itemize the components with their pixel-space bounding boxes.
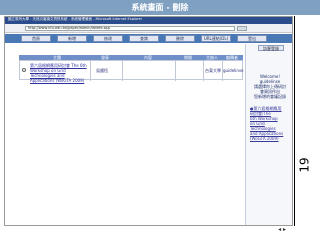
go-button[interactable] <box>237 26 247 31</box>
page-number: 19 <box>297 157 312 173</box>
main-nav: 首頁 新增 修改 查詢 刪除 URL連結(DL) 登出 <box>5 34 292 43</box>
nav-edit[interactable]: 修改 <box>93 35 123 42</box>
window-titlebar: 國立臺灣大學 - 天然災害論文資訊系統 - 系統管理畫面 - Microsoft… <box>5 17 292 33</box>
sidebar-links: ●第六屆格網應用 研討會/The 6th Workshop on Grid Te… <box>250 106 290 141</box>
address-bar: http://www.ntu.edu.tw/paper/admin/delete… <box>5 24 292 33</box>
slide-right-bar: 19 <box>294 0 320 240</box>
row-title[interactable]: 第六屆格網應用研討會 The 6th Workshop on Grid Tech… <box>30 63 88 83</box>
nav-search[interactable]: 查詢 <box>129 35 159 42</box>
browser-screenshot: 國立臺灣大學 - 天然災害論文資訊系統 - 系統管理畫面 - Microsoft… <box>4 16 293 226</box>
address-url: http://www.ntu.edu.tw/paper/admin/delete… <box>28 26 110 30</box>
address-input[interactable]: http://www.ntu.edu.tw/paper/admin/delete… <box>25 26 235 31</box>
slide-title-bar: 系統畫面 - 刪除 <box>0 0 320 15</box>
sidebar-link[interactable]: (WoGTA 2009) <box>250 136 290 141</box>
nav-add[interactable]: 新增 <box>57 35 87 42</box>
window-title: 國立臺灣大學 - 天然災害論文資訊系統 - 系統管理畫面 - Microsoft… <box>8 17 143 21</box>
main-content: 主題 發表 內容 期間 主辦人 編輯者 第六屆格網應用研討會 The 6th W… <box>5 44 292 225</box>
slide-right-bar-fill <box>294 0 320 15</box>
cell-divider <box>122 61 123 81</box>
visitor-login-button[interactable]: 訪客登錄 <box>258 45 284 51</box>
table-row: 第六屆格網應用研討會 The 6th Workshop on Grid Tech… <box>19 60 244 83</box>
cell-divider <box>175 61 176 81</box>
row-editor: guidelinse <box>223 68 244 73</box>
slide-nav-icons[interactable]: ◂ ▸ <box>278 226 286 233</box>
nav-logout[interactable]: 登出 <box>237 35 267 42</box>
row-select-radio[interactable] <box>22 68 26 72</box>
slide-title: 系統畫面 - 刪除 <box>131 3 189 12</box>
nav-url-link[interactable]: URL連結(DL) <box>201 35 231 42</box>
right-sidebar: 訪客登錄 Welcome! guidelinse 請選擇你上傳研討 會資訊作出 … <box>245 44 292 225</box>
cell-divider <box>203 61 204 81</box>
slide-divider <box>294 16 295 226</box>
nav-home[interactable]: 首頁 <box>21 35 51 42</box>
welcome-text: Welcome! guidelinse 請選擇你上傳研討 會資訊作出 您新增的會… <box>250 74 290 99</box>
window-controls[interactable] <box>276 18 290 33</box>
row-author: 吳國恆 <box>96 68 108 73</box>
cell-divider <box>90 61 91 81</box>
row-host: 台東大學 <box>205 68 221 73</box>
welcome-line: 您新增的會議記錄 <box>254 94 286 99</box>
nav-delete[interactable]: 刪除 <box>165 35 195 42</box>
